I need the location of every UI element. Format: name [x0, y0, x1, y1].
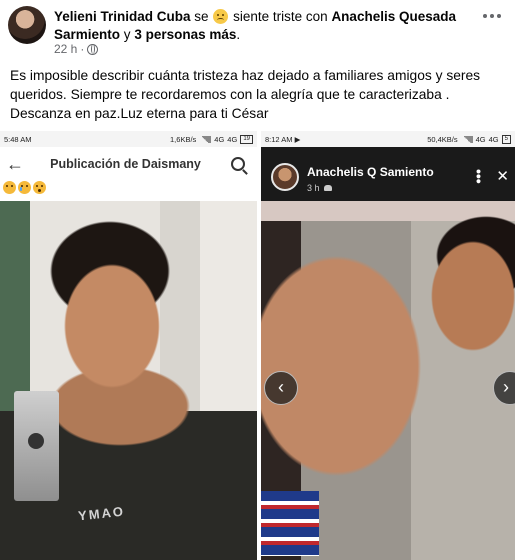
sad-face-icon: [213, 9, 229, 24]
selfie-image: YMAO: [0, 201, 257, 560]
back-arrow-icon: ←: [6, 153, 24, 174]
post-caption: Es imposible describir cuánta tristeza h…: [10, 68, 481, 121]
story-age: 3 h: [307, 183, 320, 193]
status-time-group: 8:12 AM ▶: [265, 135, 300, 144]
previous-photo-button[interactable]: ‹: [264, 371, 298, 405]
more-options-icon[interactable]: [483, 14, 501, 18]
screen-title: Publicación de Daismany: [50, 157, 201, 171]
network-type-2: 4G: [227, 134, 238, 144]
search-icon: [231, 157, 245, 171]
facebook-post: Yelieni Trinidad Cuba se siente triste c…: [0, 0, 515, 560]
right-photo[interactable]: 8:12 AM ▶ 50,4KB/s 4G 4G 5 Anachelis Q S…: [261, 131, 515, 560]
signal-icon: [199, 135, 212, 143]
status-time: 8:12 AM: [265, 134, 293, 144]
verb-text: se: [194, 9, 209, 24]
speaker-device: [14, 391, 59, 501]
feeling-text: siente triste: [233, 9, 303, 24]
meta-separator: ·: [80, 42, 85, 56]
globe-icon[interactable]: [87, 43, 99, 55]
battery-icon: 5: [501, 134, 511, 144]
period-text: .: [236, 27, 241, 42]
dot-icon: [490, 14, 494, 18]
others-link[interactable]: 3 personas más: [134, 27, 236, 42]
play-icon: ▶: [294, 134, 301, 144]
story-meta: 3 h: [307, 183, 332, 193]
author-name[interactable]: Yelieni Trinidad Cuba: [54, 9, 191, 24]
with-text: con: [305, 9, 328, 24]
battery-icon: 19: [240, 134, 253, 144]
status-bar: 8:12 AM ▶ 50,4KB/s 4G 4G 5: [261, 131, 515, 147]
status-indicators: 1,6KB/s 4G 4G 19: [170, 134, 253, 144]
network-type: 4G: [214, 134, 225, 144]
story-avatar: [271, 163, 299, 191]
app-top-bar: ← Publicación de Daismany: [0, 147, 257, 181]
story-header: Anachelis Q Samiento 3 h ••• ✕: [261, 147, 515, 201]
dot-icon: [483, 14, 487, 18]
reaction-emojis: [3, 181, 46, 194]
network-type: 4G: [475, 134, 486, 144]
status-indicators: 50,4KB/s 4G 4G 5: [427, 134, 511, 144]
post-headline: Yelieni Trinidad Cuba se siente triste c…: [54, 8, 474, 44]
friends-icon: [323, 185, 332, 191]
author-avatar[interactable]: [8, 6, 46, 44]
pleading-face-icon: [33, 181, 46, 194]
story-author: Anachelis Q Samiento: [307, 165, 434, 179]
more-options-icon: •••: [471, 169, 487, 184]
shirt-print: YMAO: [77, 503, 126, 524]
post-time[interactable]: 22 h: [54, 42, 77, 56]
left-photo[interactable]: 5:48 AM 1,6KB/s 4G 4G 19 ← Publicación d…: [0, 131, 257, 560]
net-speed: 50,4KB/s: [427, 134, 458, 144]
network-type-2: 4G: [488, 134, 499, 144]
crying-face-icon: [18, 181, 31, 194]
shirtless-photo: [261, 201, 515, 560]
striped-shorts: [261, 491, 319, 556]
and-text: y: [123, 27, 131, 42]
post-header: Yelieni Trinidad Cuba se siente triste c…: [0, 0, 515, 62]
status-time: 5:48 AM: [4, 134, 32, 144]
sad-face-icon: [3, 181, 16, 194]
net-speed: 1,6KB/s: [170, 134, 197, 144]
dot-icon: [497, 14, 501, 18]
signal-icon: [460, 135, 473, 143]
close-icon: ✕: [496, 168, 509, 185]
status-bar: 5:48 AM 1,6KB/s 4G 4G 19: [0, 131, 257, 147]
post-meta: 22 h ·: [54, 42, 99, 56]
